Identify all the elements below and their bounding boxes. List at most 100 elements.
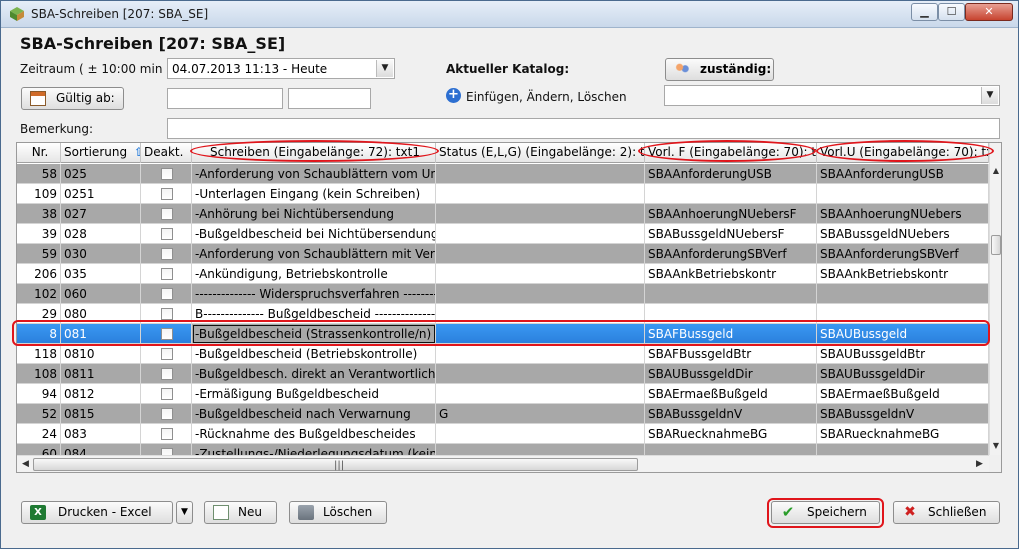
- cell-vorl-u[interactable]: SBAErmaeßBußgeld: [817, 384, 989, 404]
- gueltig-from-input[interactable]: [167, 88, 283, 109]
- cell-sortierung[interactable]: 0812: [61, 384, 141, 404]
- cell-status[interactable]: [436, 344, 645, 364]
- cell-vorl-u[interactable]: SBAUBussgeld: [817, 324, 989, 344]
- cell-schreiben[interactable]: -------------- Widerspruchsverfahren ---…: [192, 284, 436, 304]
- cell-status[interactable]: G: [436, 404, 645, 424]
- chevron-down-icon[interactable]: ▼: [981, 87, 998, 104]
- scroll-up-icon[interactable]: ▲: [990, 164, 1001, 178]
- cell-sortierung[interactable]: 0815: [61, 404, 141, 424]
- cell-vorl-u[interactable]: SBAAnforderungSBVerf: [817, 244, 989, 264]
- bemerkung-input[interactable]: [167, 118, 1000, 139]
- cell-schreiben[interactable]: -Bußgeldbescheid (Strassenkontrolle/n): [192, 324, 436, 344]
- schliessen-button[interactable]: ✖ Schließen: [893, 501, 1000, 524]
- col-header-schreiben[interactable]: Schreiben (Eingabelänge: 72): txt1: [192, 143, 436, 163]
- vertical-scroll-thumb[interactable]: [991, 235, 1001, 255]
- scroll-right-icon[interactable]: ▶: [972, 457, 987, 472]
- cell-nr[interactable]: 109: [17, 184, 61, 204]
- cell-schreiben[interactable]: -Rücknahme des Bußgeldbescheides: [192, 424, 436, 444]
- table-row[interactable]: 8 081 -Bußgeldbescheid (Strassenkontrolle/…: [17, 324, 989, 344]
- cell-sortierung[interactable]: 060: [61, 284, 141, 304]
- cell-nr[interactable]: 24: [17, 424, 61, 444]
- cell-vorl-u[interactable]: [817, 304, 989, 324]
- cell-status[interactable]: [436, 244, 645, 264]
- deakt-checkbox[interactable]: [161, 348, 173, 360]
- cell-sortierung[interactable]: 0810: [61, 344, 141, 364]
- table-row[interactable]: 24 083 -Rücknahme des Bußgeldbescheides SBA…: [17, 424, 989, 444]
- deakt-checkbox[interactable]: [161, 168, 173, 180]
- cell-vorl-u[interactable]: [817, 284, 989, 304]
- cell-vorl-f[interactable]: SBAAnhoerungNUebersF: [645, 204, 817, 224]
- cell-nr[interactable]: 8: [17, 324, 61, 344]
- table-row[interactable]: 58 025 -Anforderung von Schaublättern vom …: [17, 164, 989, 184]
- maximize-button[interactable]: ☐: [938, 3, 965, 21]
- cell-vorl-f[interactable]: [645, 184, 817, 204]
- cell-vorl-f[interactable]: SBAAnkBetriebskontr: [645, 264, 817, 284]
- loeschen-button[interactable]: Löschen: [289, 501, 387, 524]
- deakt-checkbox[interactable]: [161, 288, 173, 300]
- cell-status[interactable]: [436, 364, 645, 384]
- chevron-down-icon[interactable]: ▼: [376, 60, 393, 77]
- cell-vorl-u[interactable]: [817, 184, 989, 204]
- cell-schreiben[interactable]: -Anforderung von Schaublättern mit Verwa…: [192, 244, 436, 264]
- cell-schreiben[interactable]: -Bußgeldbescheid bei Nichtübersendung: [192, 224, 436, 244]
- deakt-checkbox[interactable]: [161, 408, 173, 420]
- cell-vorl-f[interactable]: [645, 304, 817, 324]
- deakt-checkbox[interactable]: [161, 188, 173, 200]
- cell-status[interactable]: [436, 264, 645, 284]
- deakt-checkbox[interactable]: [161, 248, 173, 260]
- cell-status[interactable]: [436, 224, 645, 244]
- cell-vorl-u[interactable]: SBABussgeldnV: [817, 404, 989, 424]
- cell-nr[interactable]: 94: [17, 384, 61, 404]
- cell-status[interactable]: [436, 304, 645, 324]
- cell-vorl-u[interactable]: SBAAnforderungUSB: [817, 164, 989, 184]
- cell-sortierung[interactable]: 083: [61, 424, 141, 444]
- cell-sortierung[interactable]: 081: [61, 324, 141, 344]
- close-window-button[interactable]: ✕: [965, 3, 1013, 21]
- table-row[interactable]: 108 0811 -Bußgeldbesch. direkt an Verantwo…: [17, 364, 989, 384]
- cell-vorl-f[interactable]: SBARuecknahmeBG: [645, 424, 817, 444]
- deakt-checkbox[interactable]: [161, 308, 173, 320]
- col-header-nr[interactable]: Nr.: [17, 143, 61, 163]
- cell-schreiben[interactable]: B-------------- Bußgeldbescheid --------…: [192, 304, 436, 324]
- deakt-checkbox[interactable]: [161, 208, 173, 220]
- cell-schreiben[interactable]: -Ermäßigung Bußgeldbescheid: [192, 384, 436, 404]
- cell-schreiben[interactable]: -Bußgeldbesch. direkt an Verantwortliche…: [192, 364, 436, 384]
- cell-vorl-f[interactable]: SBABussgeldNUebersF: [645, 224, 817, 244]
- cell-sortierung[interactable]: 030: [61, 244, 141, 264]
- cell-sortierung[interactable]: 027: [61, 204, 141, 224]
- horizontal-scroll-thumb[interactable]: |||: [33, 458, 638, 471]
- minimize-button[interactable]: ▁: [911, 3, 938, 21]
- table-row[interactable]: 39 028 -Bußgeldbescheid bei Nichtübersendu…: [17, 224, 989, 244]
- cell-status[interactable]: [436, 184, 645, 204]
- cell-status[interactable]: [436, 324, 645, 344]
- table-row[interactable]: 52 0815 -Bußgeldbescheid nach Verwarnung G S…: [17, 404, 989, 424]
- drucken-dropdown-button[interactable]: ▼: [176, 501, 193, 524]
- col-header-vorl-f[interactable]: Vorl. F (Eingabelänge: 70): txt3: [645, 143, 817, 163]
- cell-schreiben[interactable]: -Unterlagen Eingang (kein Schreiben): [192, 184, 436, 204]
- cell-status[interactable]: [436, 164, 645, 184]
- deakt-checkbox[interactable]: [161, 428, 173, 440]
- table-row[interactable]: 94 0812 -Ermäßigung Bußgeldbescheid SBAErma…: [17, 384, 989, 404]
- cell-vorl-f[interactable]: [645, 284, 817, 304]
- deakt-checkbox[interactable]: [161, 388, 173, 400]
- neu-button[interactable]: Neu: [204, 501, 277, 524]
- cell-vorl-f[interactable]: SBAAnforderungUSB: [645, 164, 817, 184]
- cell-status[interactable]: [436, 384, 645, 404]
- cell-vorl-f[interactable]: SBAErmaeßBußgeld: [645, 384, 817, 404]
- drucken-excel-button[interactable]: X Drucken - Excel: [21, 501, 173, 524]
- cell-sortierung[interactable]: 025: [61, 164, 141, 184]
- col-header-sortierung[interactable]: Sortierung ⇧: [61, 143, 141, 163]
- cell-status[interactable]: [436, 284, 645, 304]
- table-row[interactable]: 118 0810 -Bußgeldbescheid (Betriebskontrol…: [17, 344, 989, 364]
- cell-vorl-f[interactable]: SBAFBussgeld: [645, 324, 817, 344]
- cell-nr[interactable]: 39: [17, 224, 61, 244]
- cell-vorl-u[interactable]: SBAUBussgeldDir: [817, 364, 989, 384]
- cell-nr[interactable]: 38: [17, 204, 61, 224]
- table-row[interactable]: 38 027 -Anhörung bei Nichtübersendung SBAAn…: [17, 204, 989, 224]
- table-row[interactable]: 109 0251 -Unterlagen Eingang (kein Schreib…: [17, 184, 989, 204]
- speichern-button[interactable]: ✔ Speichern: [771, 501, 880, 524]
- cell-nr[interactable]: 29: [17, 304, 61, 324]
- cell-vorl-f[interactable]: SBAAnforderungSBVerf: [645, 244, 817, 264]
- cell-vorl-f[interactable]: SBABussgeldnV: [645, 404, 817, 424]
- scroll-down-icon[interactable]: ▼: [990, 439, 1001, 453]
